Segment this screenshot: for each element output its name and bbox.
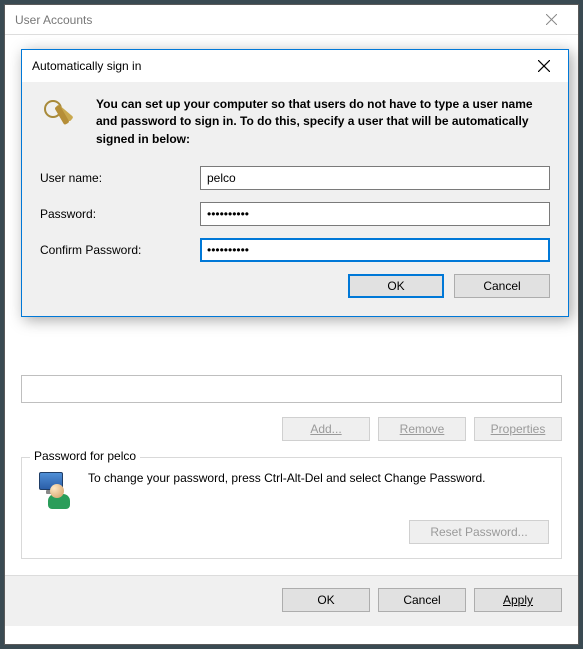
remove-button: Remove — [378, 417, 466, 441]
footer-buttons: OK Cancel Apply — [5, 576, 578, 626]
parent-titlebar: User Accounts — [5, 5, 578, 35]
footer-cancel-button[interactable]: Cancel — [378, 588, 466, 612]
modal-ok-button[interactable]: OK — [348, 274, 444, 298]
password-group-text: To change your password, press Ctrl-Alt-… — [88, 470, 549, 487]
user-list-buttons: Add... Remove Properties — [21, 417, 562, 441]
keys-icon — [40, 96, 80, 136]
password-group: Password for pelco To change your passwo… — [21, 457, 562, 559]
password-label: Password: — [40, 207, 200, 221]
username-input[interactable] — [200, 166, 550, 190]
parent-title: User Accounts — [15, 13, 529, 27]
modal-titlebar: Automatically sign in — [22, 50, 568, 82]
password-group-legend: Password for pelco — [30, 449, 140, 463]
modal-title: Automatically sign in — [32, 59, 521, 73]
close-icon — [538, 60, 550, 72]
user-list[interactable] — [21, 375, 562, 403]
close-icon — [546, 14, 557, 25]
auto-sign-in-dialog: Automatically sign in You can set up you… — [21, 49, 569, 317]
username-label: User name: — [40, 171, 200, 185]
modal-cancel-button[interactable]: Cancel — [454, 274, 550, 298]
confirm-password-input[interactable] — [200, 238, 550, 262]
properties-button: Properties — [474, 417, 562, 441]
modal-close-button[interactable] — [521, 51, 566, 81]
password-input[interactable] — [200, 202, 550, 226]
confirm-password-label: Confirm Password: — [40, 243, 200, 257]
footer-apply-button[interactable]: Apply — [474, 588, 562, 612]
footer-ok-button[interactable]: OK — [282, 588, 370, 612]
reset-password-button: Reset Password... — [409, 520, 549, 544]
user-monitor-icon — [34, 470, 74, 510]
modal-description: You can set up your computer so that use… — [96, 96, 550, 148]
parent-close-button[interactable] — [529, 6, 574, 34]
add-button: Add... — [282, 417, 370, 441]
